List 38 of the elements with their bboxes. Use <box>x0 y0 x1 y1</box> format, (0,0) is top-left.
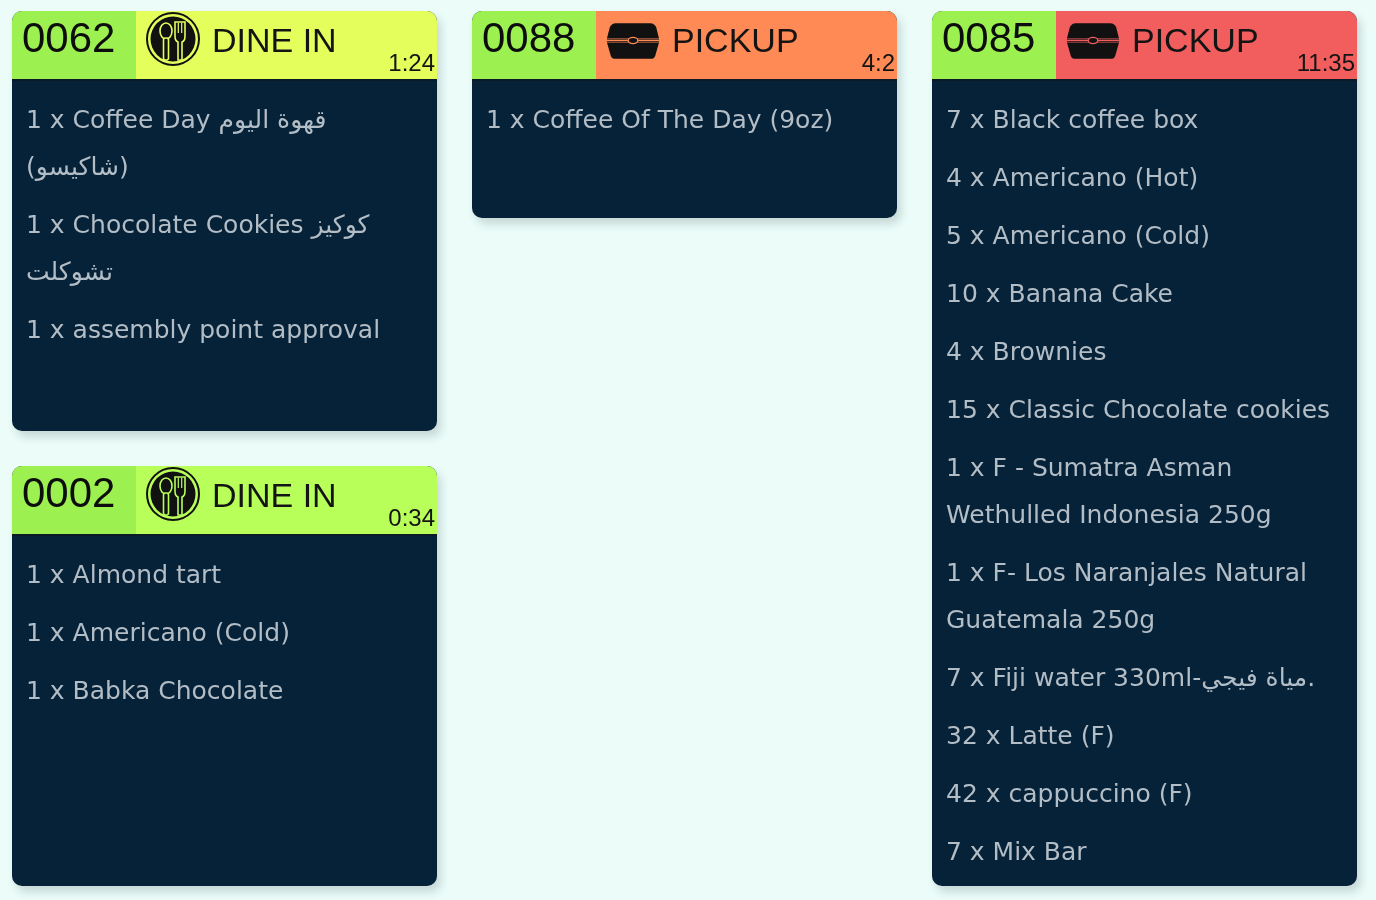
order-item: 1 x Chocolate Cookies كوكيز تشوكلت <box>26 209 371 288</box>
order-item: 5 x Americano (Cold) <box>946 220 1211 252</box>
order-item: 32 x Latte (F) <box>946 720 1116 752</box>
ticket-number: 0062 <box>12 11 136 79</box>
ticket-number: 0088 <box>472 11 596 79</box>
order-item: 1 x Americano (Cold) <box>26 617 291 649</box>
order-item: 15 x Classic Chocolate cookies <box>946 394 1332 426</box>
order-type-label: DINE IN <box>212 478 337 512</box>
order-ticket[interactable]: 0002 DINE IN 0:34 1 x Almond tart 1 x Americano (Cold) 1 x Babka Chocolate <box>12 466 437 886</box>
fork-spoon-plate-icon <box>146 12 200 66</box>
order-item: 1 x assembly point approval <box>26 314 382 346</box>
elapsed-timer: 0:34 <box>387 506 436 533</box>
order-item: 1 x Coffee Of The Day (9oz) <box>486 104 835 136</box>
order-ticket[interactable]: 0088 PICKUP 4:2 1 x Coffee Of The Day (9oz) <box>472 11 897 218</box>
order-item: 7 x Mix Bar <box>946 836 1088 868</box>
order-item: 1 x Almond tart <box>26 559 223 591</box>
order-item: 1 x F - Sumatra Asman Wethulled Indonesia 250g <box>946 452 1273 531</box>
order-item: 4 x Brownies <box>946 336 1108 368</box>
ticket-number: 0002 <box>12 466 136 534</box>
order-type-label: PICKUP <box>672 23 799 57</box>
order-type-label: PICKUP <box>1132 23 1259 57</box>
order-type-label: DINE IN <box>212 23 337 57</box>
order-item: 1 x Coffee Day قهوة اليوم (شاكيسو) <box>26 104 328 183</box>
takeout-box-icon <box>1066 21 1120 60</box>
ticket-number: 0085 <box>932 11 1056 79</box>
order-item: 7 x Fiji water 330ml-مياة فيجي. <box>946 662 1317 694</box>
order-item: 10 x Banana Cake <box>946 278 1174 310</box>
order-item: 1 x Babka Chocolate <box>26 675 285 707</box>
takeout-box-icon <box>606 21 660 60</box>
elapsed-timer: 4:2 <box>860 51 896 78</box>
order-item: 42 x cappuccino (F) <box>946 778 1194 810</box>
elapsed-timer: 11:35 <box>1295 51 1356 78</box>
order-item: 4 x Americano (Hot) <box>946 162 1200 194</box>
elapsed-timer: 1:24 <box>387 51 436 78</box>
order-item: 7 x Black coffee box <box>946 104 1200 136</box>
order-ticket[interactable] <box>932 11 1357 886</box>
order-item: 1 x F- Los Naranjales Natural Guatemala 250g <box>946 557 1308 636</box>
fork-spoon-plate-icon <box>146 467 200 521</box>
